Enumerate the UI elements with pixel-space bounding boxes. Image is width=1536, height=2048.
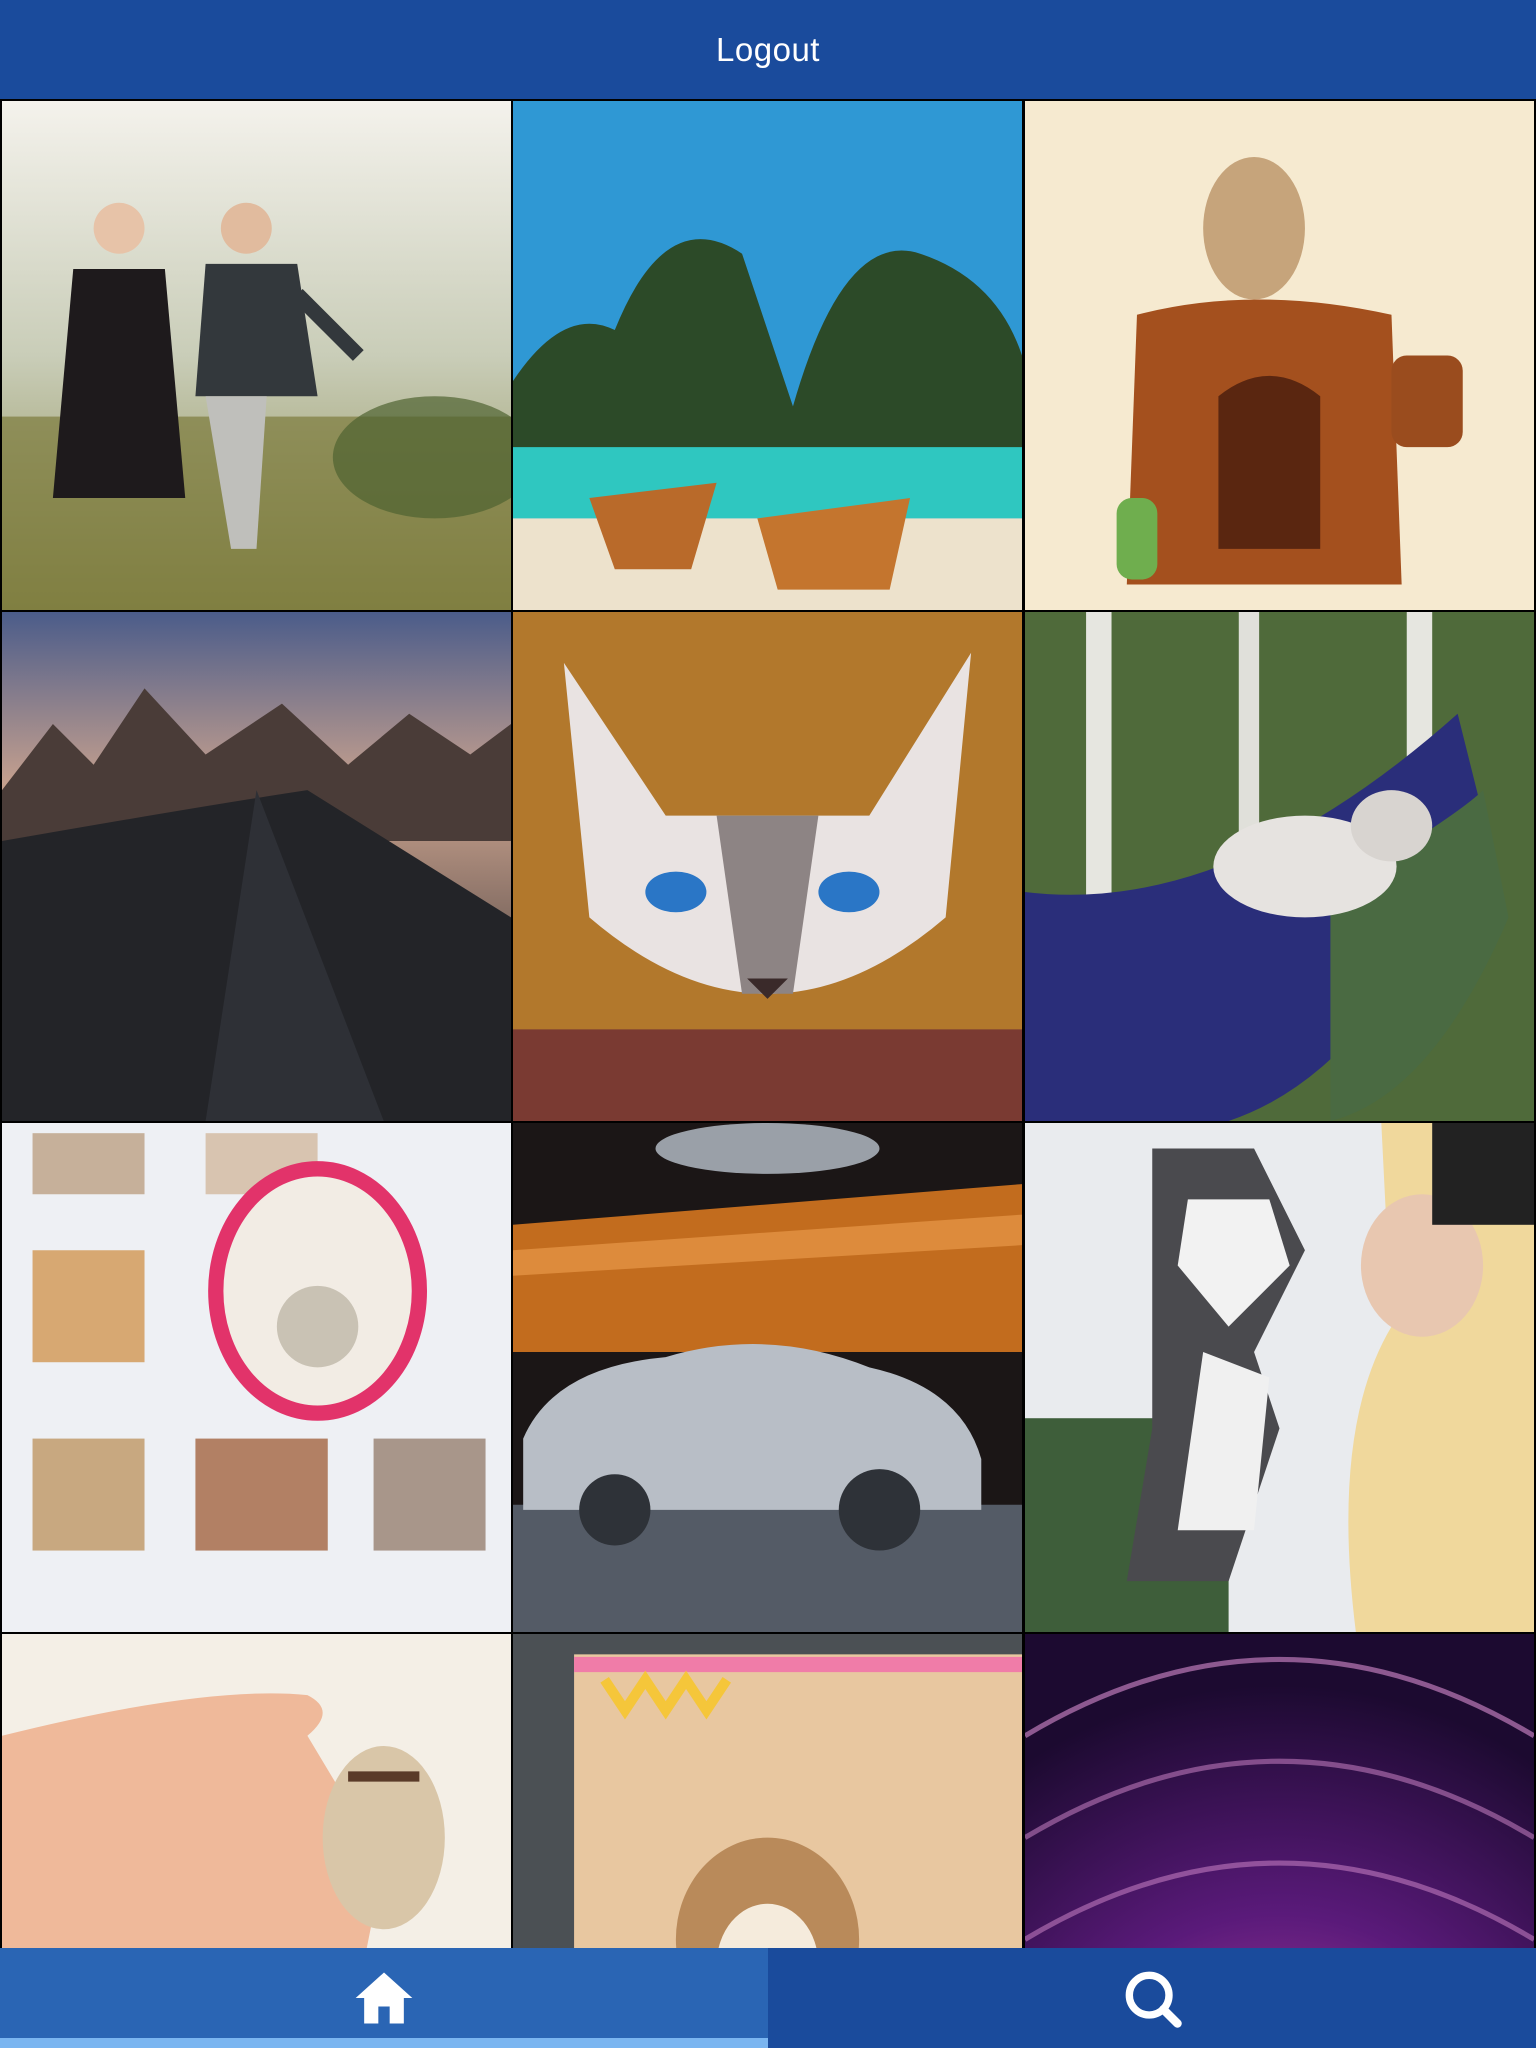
top-bar: Logout (0, 0, 1536, 99)
photo-grid (0, 99, 1536, 1948)
photo-hand-holding-chipmunk[interactable] (2, 1634, 511, 1948)
bottom-tab-bar (0, 1948, 1536, 2048)
tab-home[interactable] (0, 1948, 768, 2048)
photo-chipmunk-on-log-house[interactable] (1025, 101, 1534, 610)
photo-magazine-page-pets[interactable] (2, 1123, 511, 1632)
photo-silver-car-showroom[interactable] (513, 1123, 1022, 1632)
photo-blue-eyed-cat[interactable] (513, 612, 1022, 1121)
photo-children-kiss-field[interactable] (2, 101, 511, 610)
logout-button[interactable]: Logout (696, 23, 840, 77)
tab-search[interactable] (768, 1948, 1536, 2048)
photo-husky-kiss-woman[interactable] (1025, 1123, 1534, 1632)
home-icon (355, 1972, 413, 2024)
photo-mountains-dunes[interactable] (2, 612, 511, 1121)
search-icon (1125, 1971, 1182, 2028)
photo-husky-hammock[interactable] (1025, 612, 1534, 1121)
photo-purple-light-tunnel[interactable] (1025, 1634, 1534, 1948)
photo-chipmunk-card[interactable] (513, 1634, 1022, 1948)
photo-tropical-bay-boats[interactable] (513, 101, 1022, 610)
